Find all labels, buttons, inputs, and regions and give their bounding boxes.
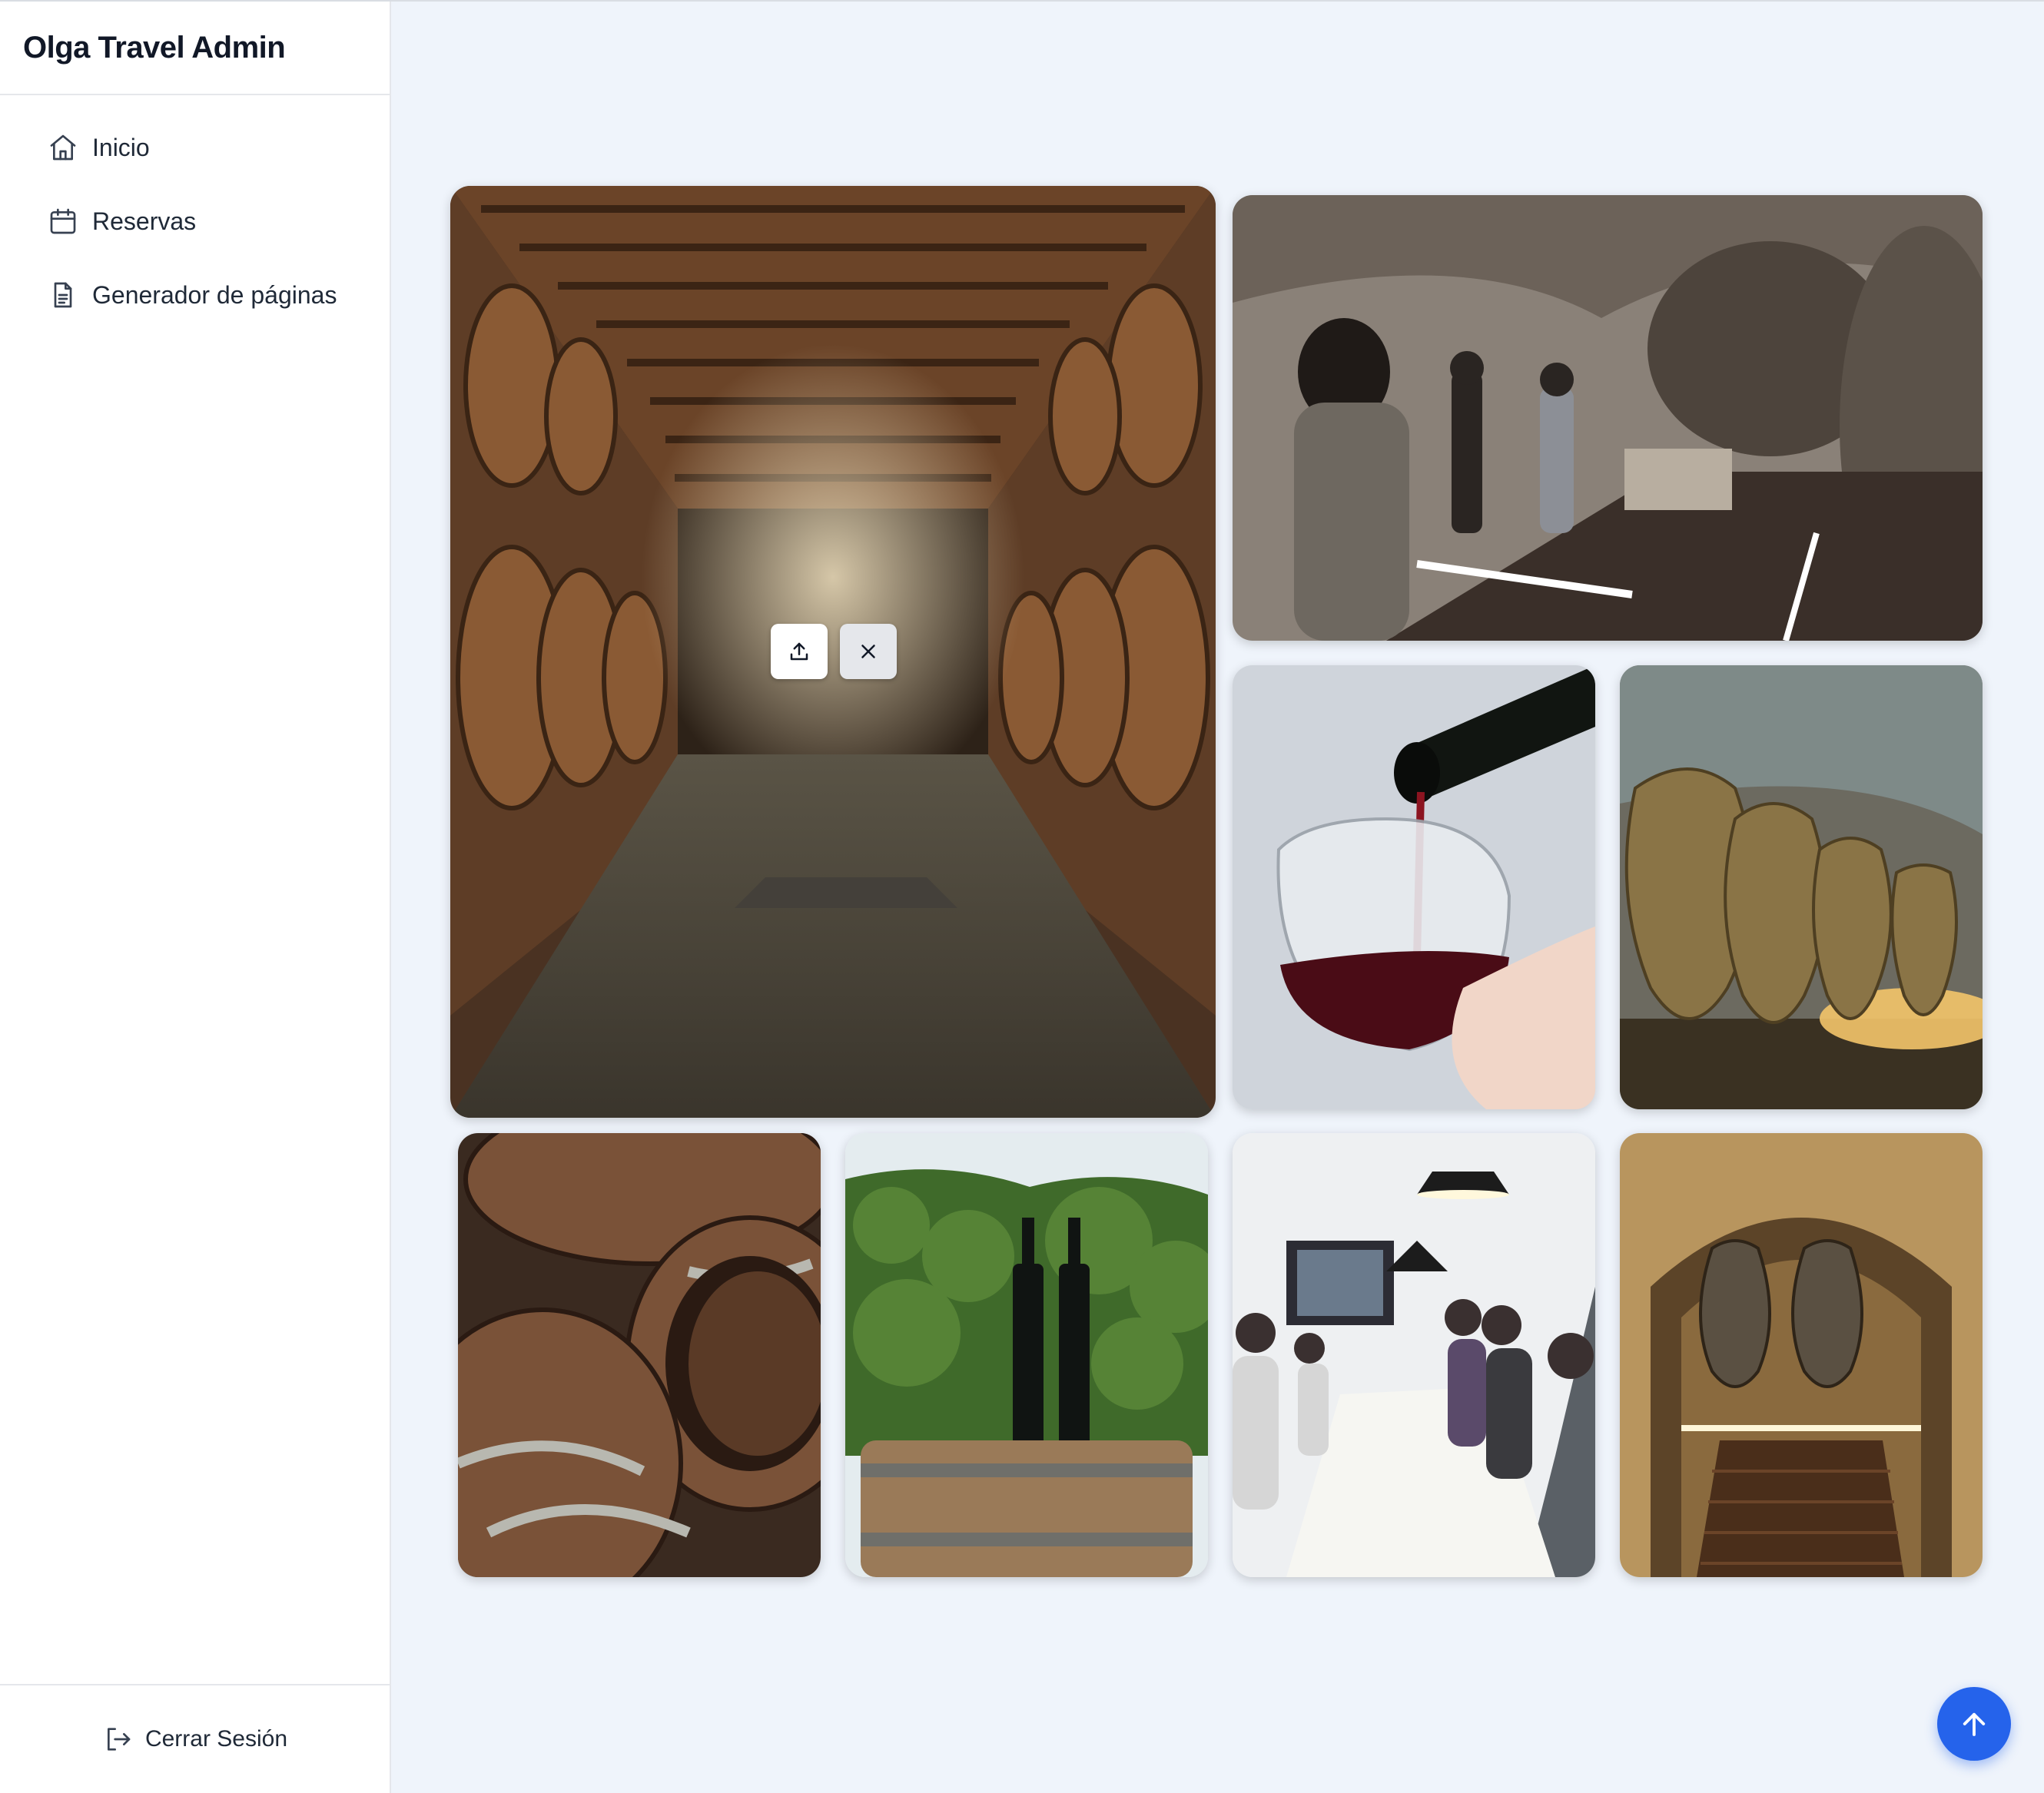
logout-label: Cerrar Sesión: [144, 1726, 288, 1752]
wine-pouring-image: [1233, 665, 1595, 1109]
home-icon: [48, 132, 78, 163]
sidebar-nav: Inicio Reservas Generador de páginas: [0, 95, 390, 323]
wine-cellar-image: [450, 186, 1216, 1118]
calendar-icon: [48, 206, 78, 237]
sidebar-item-generador[interactable]: Generador de páginas: [0, 267, 390, 323]
logout-button[interactable]: Cerrar Sesión: [102, 1724, 287, 1755]
bottles-vineyard-image: [845, 1133, 1208, 1577]
tasting-group-image: [1233, 1133, 1595, 1577]
photo-bottles-vineyard[interactable]: [845, 1133, 1208, 1577]
cave-tunnel-image: [1620, 1133, 1983, 1577]
upload-icon: [790, 642, 808, 661]
photo-cave-visitors[interactable]: [1233, 195, 1983, 641]
close-icon: [861, 645, 875, 658]
sidebar: Olga Travel Admin Inicio Reservas Genera…: [0, 2, 391, 1793]
upload-button[interactable]: [771, 624, 828, 679]
sidebar-item-reservas[interactable]: Reservas: [0, 194, 390, 249]
app-title: Olga Travel Admin: [0, 2, 390, 95]
wooden-barrels-image: [458, 1133, 821, 1577]
remove-photo-button[interactable]: [840, 624, 897, 679]
photo-tasting-group[interactable]: [1233, 1133, 1595, 1577]
sidebar-footer: Cerrar Sesión: [0, 1684, 390, 1793]
app-root: Olga Travel Admin Inicio Reservas Genera…: [0, 0, 2044, 1793]
sidebar-item-label: Inicio: [92, 133, 150, 161]
clay-amphorae-image: [1620, 665, 1983, 1109]
sidebar-item-label: Generador de páginas: [92, 280, 337, 309]
sidebar-item-inicio[interactable]: Inicio: [0, 120, 390, 175]
logout-icon: [102, 1724, 133, 1755]
document-icon: [48, 280, 78, 310]
photo-wine-cellar-barrels[interactable]: [450, 186, 1216, 1118]
arrow-up-icon: [1963, 1712, 1986, 1736]
photo-cave-tunnel[interactable]: [1620, 1133, 1983, 1577]
cave-visitors-image: [1233, 195, 1983, 641]
photo-wooden-barrels[interactable]: [458, 1133, 821, 1577]
scroll-top-button[interactable]: [1937, 1687, 2011, 1761]
sidebar-item-label: Reservas: [92, 207, 197, 235]
photo-clay-amphorae[interactable]: [1620, 665, 1983, 1109]
photo-wine-pouring[interactable]: [1233, 665, 1595, 1109]
